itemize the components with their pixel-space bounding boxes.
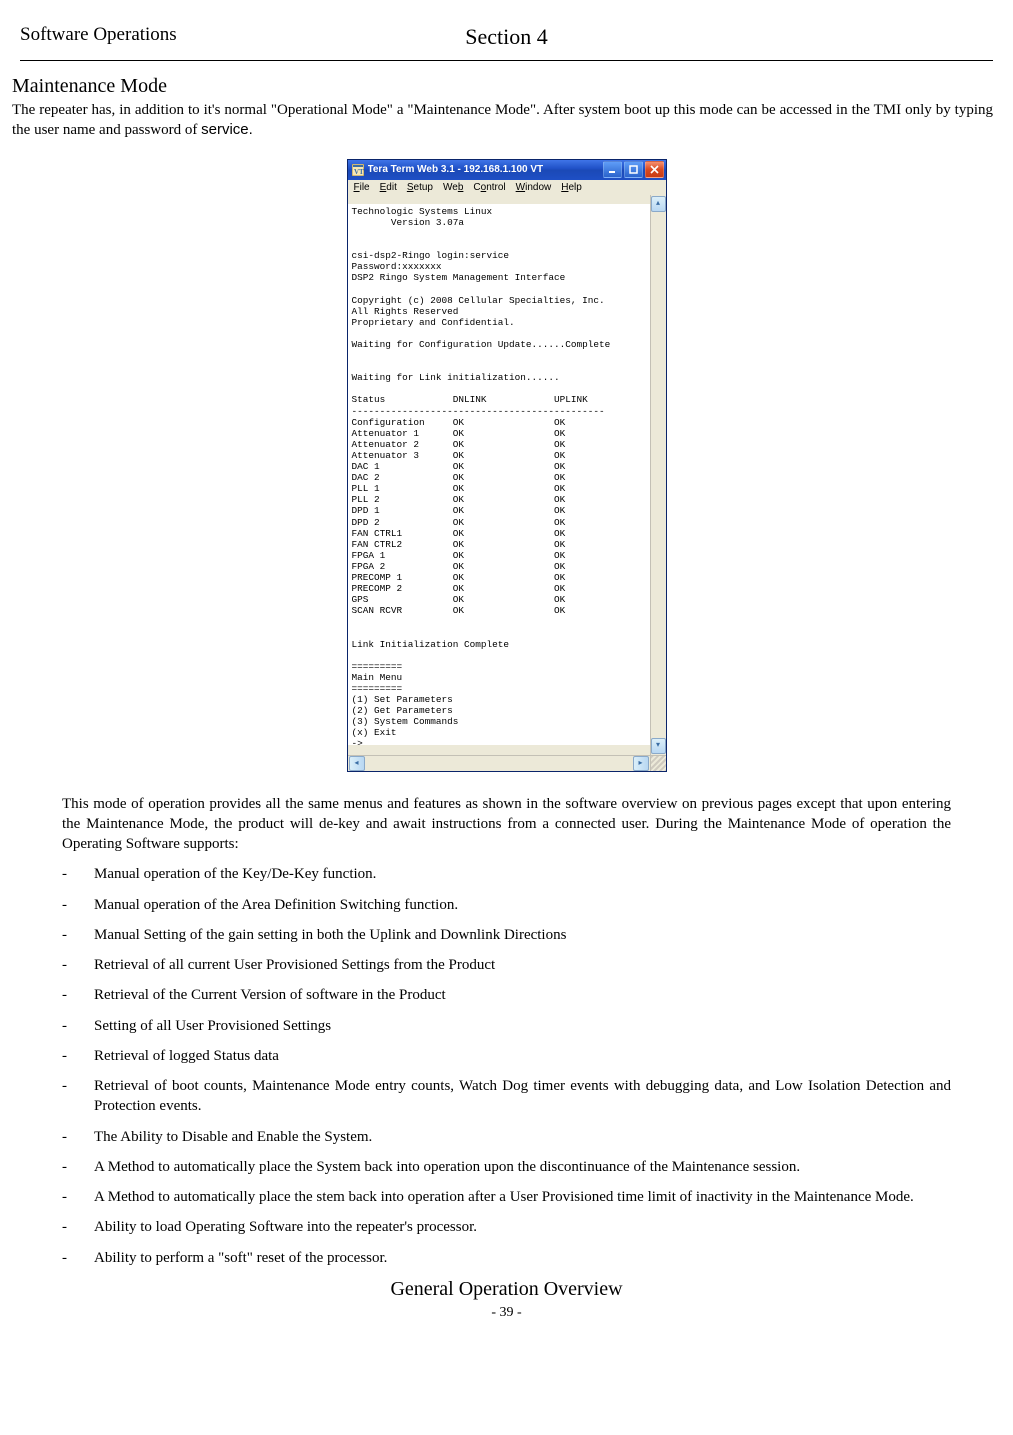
- menu-control[interactable]: Control: [473, 182, 505, 193]
- terminal-app-icon: VT: [352, 164, 364, 176]
- list-item-text: Ability to perform a "soft" reset of the…: [94, 1248, 951, 1268]
- menu-edit[interactable]: Edit: [380, 182, 397, 193]
- list-item-text: Manual operation of the Area Definition …: [94, 895, 951, 915]
- scroll-down-icon[interactable]: ▾: [651, 738, 666, 754]
- window-menubar: File Edit Setup Web Control Window Help: [348, 180, 666, 195]
- list-dash: -: [62, 985, 94, 1005]
- list-item-text: A Method to automatically place the stem…: [94, 1187, 951, 1207]
- list-item: -A Method to automatically place the ste…: [62, 1187, 951, 1207]
- list-dash: -: [62, 1157, 94, 1177]
- menu-help[interactable]: Help: [561, 182, 582, 193]
- list-dash: -: [62, 1076, 94, 1117]
- after-paragraph: This mode of operation provides all the …: [62, 794, 951, 855]
- horizontal-scrollbar[interactable]: ◂ ▸: [348, 755, 666, 771]
- intro-paragraph: The repeater has, in addition to it's no…: [12, 100, 993, 141]
- menu-file[interactable]: File: [354, 182, 370, 193]
- window-maximize-button[interactable]: [624, 161, 643, 178]
- menu-web[interactable]: Web: [443, 182, 463, 193]
- list-item-text: A Method to automatically place the Syst…: [94, 1157, 951, 1177]
- list-dash: -: [62, 1187, 94, 1207]
- list-dash: -: [62, 1046, 94, 1066]
- list-item-text: Retrieval of all current User Provisione…: [94, 955, 951, 975]
- list-item: -Ability to perform a "soft" reset of th…: [62, 1248, 951, 1268]
- list-item-text: Retrieval of boot counts, Maintenance Mo…: [94, 1076, 951, 1117]
- scroll-up-icon[interactable]: ▴: [651, 196, 666, 212]
- menu-window[interactable]: Window: [516, 182, 552, 193]
- list-dash: -: [62, 864, 94, 884]
- scroll-left-icon[interactable]: ◂: [349, 756, 365, 771]
- page-heading: Maintenance Mode: [12, 75, 993, 98]
- intro-text: The repeater has, in addition to it's no…: [12, 102, 993, 138]
- list-dash: -: [62, 1248, 94, 1268]
- list-item: -Setting of all User Provisioned Setting…: [62, 1016, 951, 1036]
- list-item: -Retrieval of all current User Provision…: [62, 955, 951, 975]
- list-item: -Retrieval of the Current Version of sof…: [62, 985, 951, 1005]
- list-item: -A Method to automatically place the Sys…: [62, 1157, 951, 1177]
- window-minimize-button[interactable]: [603, 161, 622, 178]
- window-title: Tera Term Web 3.1 - 192.168.1.100 VT: [368, 164, 599, 175]
- list-dash: -: [62, 1217, 94, 1237]
- list-dash: -: [62, 925, 94, 945]
- list-item-text: Setting of all User Provisioned Settings: [94, 1016, 951, 1036]
- list-item: -Manual operation of the Area Definition…: [62, 895, 951, 915]
- window-close-button[interactable]: [645, 161, 664, 178]
- list-item: -Retrieval of boot counts, Maintenance M…: [62, 1076, 951, 1117]
- footer-title: General Operation Overview: [20, 1278, 993, 1301]
- list-item-text: Ability to load Operating Software into …: [94, 1217, 951, 1237]
- list-dash: -: [62, 1016, 94, 1036]
- list-item-text: The Ability to Disable and Enable the Sy…: [94, 1127, 951, 1147]
- svg-text:VT: VT: [354, 168, 364, 176]
- list-dash: -: [62, 1127, 94, 1147]
- list-item: -Manual Setting of the gain setting in b…: [62, 925, 951, 945]
- terminal-output[interactable]: Technologic Systems Linux Version 3.07a …: [348, 204, 650, 745]
- resize-grip-icon[interactable]: [650, 756, 666, 771]
- list-dash: -: [62, 895, 94, 915]
- scroll-right-icon[interactable]: ▸: [633, 756, 649, 771]
- list-item-text: Manual operation of the Key/De-Key funct…: [94, 864, 951, 884]
- list-item-text: Retrieval of logged Status data: [94, 1046, 951, 1066]
- list-item: -The Ability to Disable and Enable the S…: [62, 1127, 951, 1147]
- list-item: -Manual operation of the Key/De-Key func…: [62, 864, 951, 884]
- page-number: - 39 -: [20, 1305, 993, 1321]
- menu-setup[interactable]: Setup: [407, 182, 433, 193]
- window-titlebar[interactable]: VT Tera Term Web 3.1 - 192.168.1.100 VT: [348, 160, 666, 180]
- header-divider: [20, 60, 993, 61]
- vertical-scrollbar[interactable]: ▴ ▾: [650, 195, 666, 755]
- list-dash: -: [62, 955, 94, 975]
- list-item: -Retrieval of logged Status data: [62, 1046, 951, 1066]
- list-item-text: Manual Setting of the gain setting in bo…: [94, 925, 951, 945]
- list-item: -Ability to load Operating Software into…: [62, 1217, 951, 1237]
- list-item-text: Retrieval of the Current Version of soft…: [94, 985, 951, 1005]
- header-left: Software Operations: [20, 24, 177, 46]
- feature-list: -Manual operation of the Key/De-Key func…: [62, 864, 951, 1268]
- intro-service-word: service.: [201, 121, 253, 138]
- terminal-window: VT Tera Term Web 3.1 - 192.168.1.100 VT …: [347, 159, 667, 772]
